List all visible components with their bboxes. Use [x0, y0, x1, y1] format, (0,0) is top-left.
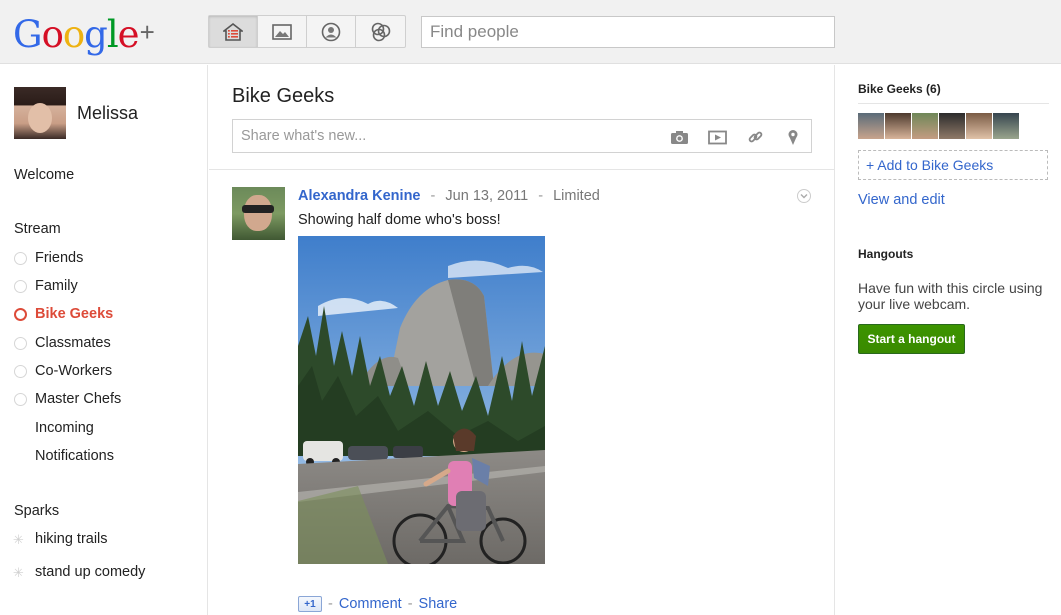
home-button[interactable] — [209, 16, 258, 47]
location-pin-icon[interactable] — [783, 128, 803, 146]
google-plus-logo[interactable]: Google+ — [13, 10, 155, 57]
circle-icon — [14, 393, 27, 406]
circle-title: Bike Geeks (6) — [858, 82, 941, 96]
welcome-link[interactable]: Welcome — [14, 167, 74, 183]
selected-circle-icon — [14, 308, 27, 321]
member-avatar[interactable] — [939, 113, 965, 139]
sidebar-item-friends[interactable]: Friends — [35, 250, 83, 266]
member-avatar[interactable] — [858, 113, 884, 139]
post-date[interactable]: Jun 13, 2011 — [445, 188, 528, 204]
profile-avatar[interactable] — [14, 87, 66, 139]
share-input[interactable] — [233, 120, 633, 152]
main-nav — [208, 15, 406, 48]
post-photo[interactable] — [298, 236, 545, 564]
top-bar: Google+ — [0, 0, 1061, 64]
camera-icon[interactable] — [669, 128, 689, 146]
post-visibility[interactable]: Limited — [553, 188, 600, 204]
member-avatar[interactable] — [885, 113, 911, 139]
post-actions: +1 - Comment - Share — [298, 596, 457, 612]
profile-button[interactable] — [307, 16, 356, 47]
separator: - — [407, 596, 413, 612]
circle-icon — [14, 365, 27, 378]
spark-icon: ✳ — [13, 565, 24, 580]
sidebar-item-bike-geeks[interactable]: Bike Geeks — [35, 306, 113, 322]
comment-link[interactable]: Comment — [339, 596, 402, 612]
home-icon — [223, 22, 243, 41]
circle-icon — [14, 280, 27, 293]
page-title: Bike Geeks — [232, 85, 335, 107]
sidebar-item-family[interactable]: Family — [35, 278, 78, 294]
find-people-input[interactable] — [421, 16, 835, 48]
main-stream: Bike Geeks Alexandra Kenine - Jun 13, 20… — [209, 65, 835, 615]
circles-button[interactable] — [356, 16, 405, 47]
video-icon[interactable] — [707, 128, 727, 146]
member-avatar[interactable] — [993, 113, 1019, 139]
member-avatar[interactable] — [912, 113, 938, 139]
share-box[interactable] — [232, 119, 812, 153]
member-avatar[interactable] — [966, 113, 992, 139]
separator: - — [328, 596, 333, 612]
logo-plus: + — [139, 17, 155, 47]
view-and-edit-link[interactable]: View and edit — [858, 192, 945, 208]
circle-members — [858, 113, 1019, 139]
circle-icon — [14, 337, 27, 350]
hangouts-title: Hangouts — [858, 247, 914, 261]
divider — [209, 169, 835, 170]
circle-icon — [14, 252, 27, 265]
left-sidebar: Melissa Welcome Stream Friends Family Bi… — [0, 65, 208, 615]
start-hangout-button[interactable]: Start a hangout — [858, 324, 965, 354]
profile-icon — [321, 22, 341, 41]
author-name[interactable]: Alexandra Kenine — [298, 188, 421, 204]
half-dome-photo — [298, 236, 545, 564]
photos-icon — [272, 23, 292, 40]
divider — [858, 103, 1049, 104]
sidebar-item-incoming[interactable]: Incoming — [35, 420, 94, 436]
post-menu-chevron-icon[interactable] — [797, 189, 811, 203]
spark-item-hiking-trails[interactable]: hiking trails — [35, 531, 108, 547]
link-icon[interactable] — [745, 128, 765, 146]
spark-icon: ✳ — [13, 532, 24, 547]
stream-link[interactable]: Stream — [14, 221, 61, 237]
sidebar-item-classmates[interactable]: Classmates — [35, 335, 111, 351]
sidebar-item-notifications[interactable]: Notifications — [35, 448, 114, 464]
share-icons — [669, 128, 803, 146]
hangouts-description: Have fun with this circle using your liv… — [858, 280, 1043, 312]
circles-icon — [371, 22, 390, 41]
right-sidebar: Bike Geeks (6) + Add to Bike Geeks View … — [836, 65, 1061, 615]
share-link[interactable]: Share — [419, 596, 458, 612]
sparks-link[interactable]: Sparks — [14, 503, 59, 519]
profile-name[interactable]: Melissa — [77, 103, 138, 124]
logo-text: Google — [13, 13, 140, 56]
add-to-circle-button[interactable]: + Add to Bike Geeks — [858, 150, 1048, 180]
post-header: Alexandra Kenine - Jun 13, 2011 - Limite… — [298, 188, 600, 204]
spark-item-stand-up-comedy[interactable]: stand up comedy — [35, 564, 145, 580]
photos-button[interactable] — [258, 16, 307, 47]
author-avatar[interactable] — [232, 187, 285, 240]
plus-one-button[interactable]: +1 — [298, 596, 322, 612]
separator: - — [430, 188, 436, 204]
sidebar-item-master-chefs[interactable]: Master Chefs — [35, 391, 121, 407]
separator: - — [538, 188, 544, 204]
sidebar-item-co-workers[interactable]: Co-Workers — [35, 363, 112, 379]
post-text: Showing half dome who's boss! — [298, 212, 501, 228]
